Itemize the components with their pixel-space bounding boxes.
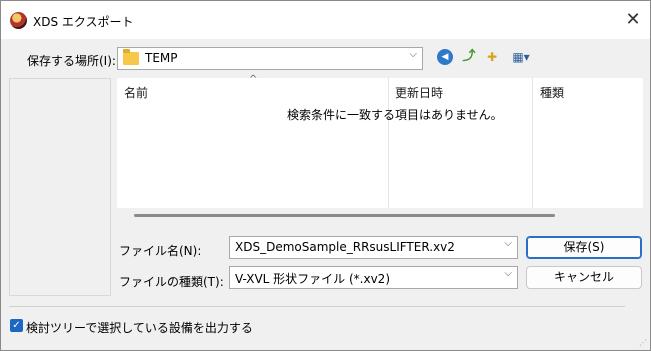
- column-divider[interactable]: [388, 78, 389, 208]
- close-button[interactable]: ✕: [618, 4, 648, 36]
- divider: [9, 306, 625, 307]
- app-icon: [10, 12, 27, 29]
- empty-list-message: 検索条件に一致する項目はありません。: [287, 108, 503, 122]
- save-location-dropdown[interactable]: TEMP ⌵: [117, 47, 423, 70]
- filetype-label: ファイルの種類(T):: [119, 275, 224, 289]
- title-bar[interactable]: XDS エクスポート ✕: [1, 1, 650, 39]
- column-header-name[interactable]: 名前: [124, 84, 148, 101]
- back-icon[interactable]: ◀: [437, 49, 453, 65]
- chevron-down-icon[interactable]: ⌵: [504, 238, 512, 249]
- chevron-down-icon: ⌵: [409, 49, 417, 60]
- column-header-modified[interactable]: 更新日時: [395, 84, 443, 101]
- save-location-value: TEMP: [145, 51, 178, 65]
- export-selected-label[interactable]: 検討ツリーで選択している設備を出力する: [26, 319, 253, 336]
- view-menu-icon[interactable]: ▦▾: [508, 48, 534, 66]
- sort-indicator-icon: ^: [249, 74, 258, 85]
- resize-grip-icon[interactable]: ⋰: [639, 338, 647, 347]
- filename-input[interactable]: XDS_DemoSample_RRsusLIFTER.xv2 ⌵: [229, 236, 518, 259]
- window-title: XDS エクスポート: [33, 15, 134, 29]
- scrollbar-thumb[interactable]: [134, 214, 555, 217]
- column-header-type[interactable]: 種類: [540, 84, 564, 101]
- column-divider[interactable]: [532, 78, 533, 208]
- save-location-label: 保存する場所(I):: [27, 54, 116, 68]
- save-button[interactable]: 保存(S): [526, 236, 642, 259]
- new-folder-icon[interactable]: ✚: [483, 48, 501, 66]
- filename-value: XDS_DemoSample_RRsusLIFTER.xv2: [235, 240, 455, 254]
- folder-icon: [123, 49, 139, 65]
- chevron-down-icon: ⌵: [504, 268, 512, 279]
- places-bar: [9, 78, 111, 296]
- filename-label: ファイル名(N):: [119, 244, 202, 258]
- cancel-button[interactable]: キャンセル: [526, 266, 642, 289]
- save-dialog: XDS エクスポート ✕ 保存する場所(I): TEMP ⌵ ◀ ⤴ ✚ ▦▾ …: [0, 0, 651, 351]
- filetype-dropdown[interactable]: V-XVL 形状ファイル (*.xv2) ⌵: [229, 266, 518, 289]
- up-folder-icon[interactable]: ⤴: [460, 48, 478, 66]
- horizontal-scrollbar[interactable]: [117, 208, 643, 224]
- file-list[interactable]: ^ 名前 更新日時 種類 検索条件に一致する項目はありません。: [117, 74, 643, 208]
- export-selected-checkbox[interactable]: ✓: [10, 319, 23, 332]
- filetype-value: V-XVL 形状ファイル (*.xv2): [235, 272, 390, 286]
